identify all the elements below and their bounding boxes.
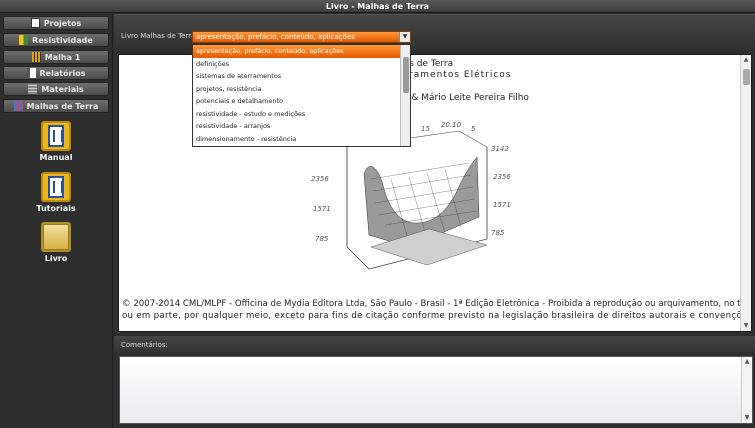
tutoriais-label: Tutoriais [36,204,76,213]
nav-resistividade-button[interactable]: Resistividade [3,33,109,47]
manual-label: Manual [39,153,73,162]
copyright-line-1: © 2007-2014 CML/MLPF - Officina de Mydia… [122,299,752,309]
plot-tick-label: 1571 [493,201,511,209]
content-scrollbar[interactable]: ▲ ▼ [740,55,751,331]
plot-tick-label: 785 [315,235,329,243]
book-field-label: Livro Malhas de Terra: [121,32,198,40]
chapter-select-value: apresentação, prefácio, conteúdo, aplica… [196,33,355,41]
book-icon [41,222,71,252]
dropdown-option[interactable]: resistividade - estudo e medições [193,108,410,121]
nav-resistividade-label: Resistividade [32,35,93,45]
dropdown-option[interactable]: resistividade - arranjos [193,120,410,133]
plot-tick-label: 3142 [491,145,509,153]
livro-button[interactable]: Livro [36,222,76,263]
doc-subtitle-line: erramentos Elétricos [398,70,512,80]
comments-bar: Comentários: [114,336,755,352]
window-title: Livro - Malhas de Terra [0,0,755,13]
plot-tick-label: 2356 [311,175,329,183]
resistivity-icon [19,35,29,45]
app-window: Livro - Malhas de Terra Projetos Resisti… [0,0,755,428]
nav-malha1-label: Malha 1 [44,52,81,62]
nav-projetos-label: Projetos [43,18,82,28]
plot-tick-label: 15 [421,125,430,133]
plot-tick-label: 1571 [313,205,331,213]
manual-button[interactable]: Manual [36,121,76,162]
dropdown-option[interactable]: potenciais e detalhamento [193,95,410,108]
plot-tick-label: 5 [471,125,476,133]
chapter-select[interactable]: apresentação, prefácio, conteúdo, aplica… [192,31,411,43]
nav-malhas-de-terra-button[interactable]: Malhas de Terra [3,99,109,113]
comments-textarea[interactable]: ▲ ▼ [119,356,753,424]
dropdown-option[interactable]: definições [193,58,410,71]
nav-relatorios-label: Relatórios [39,68,86,78]
plot-tick-label: 20.10 [441,121,462,129]
nav-projetos-button[interactable]: Projetos [3,16,109,30]
nav-malhas-de-terra-label: Malhas de Terra [26,101,99,111]
dropdown-scroll-thumb[interactable] [403,57,409,93]
copyright-line-2: ou em parte, por qualquer meio, exceto p… [122,311,752,321]
chevron-down-icon[interactable]: ▼ [399,32,410,42]
nav-malha1-button[interactable]: Malha 1 [3,50,109,64]
comments-label: Comentários: [121,341,168,349]
dropdown-option[interactable]: sistemas de aterramentos [193,70,410,83]
scroll-down-icon[interactable]: ▼ [741,321,751,331]
dropdown-option[interactable]: apresentação, prefácio, conteúdo, aplica… [193,45,410,58]
document-icon [30,18,40,28]
doc-authors: e & Mário Leite Pereira Filho [403,93,529,103]
tutorials-icon [41,172,71,202]
dropdown-option[interactable]: dimensionamento - resistência [193,133,410,146]
tutoriais-button[interactable]: Tutoriais [36,172,76,213]
sidebar: Projetos Resistividade Malha 1 Relatório… [0,14,113,428]
livro-label: Livro [44,254,68,263]
plot-tick-label: 2356 [493,173,511,181]
dropdown-scrollbar[interactable] [400,45,410,146]
scroll-up-icon[interactable]: ▲ [742,357,752,367]
nav-materiais-label: Materiais [41,84,84,94]
nav-relatorios-button[interactable]: Relatórios [3,66,109,80]
mesh-icon [31,52,41,62]
scroll-up-icon[interactable]: ▲ [741,55,751,65]
dropdown-option[interactable]: projetos, resistência [193,83,410,96]
chapter-dropdown-list[interactable]: apresentação, prefácio, conteúdo, aplica… [192,44,411,147]
comments-scrollbar[interactable]: ▲ ▼ [741,357,752,423]
report-icon [26,68,36,78]
nav-materiais-button[interactable]: Materiais [3,82,109,96]
scroll-thumb[interactable] [743,69,750,85]
plot-tick-label: 785 [491,229,505,237]
grid-icon [13,101,23,111]
materials-icon [28,84,38,94]
scroll-down-icon[interactable]: ▼ [742,413,752,423]
manual-icon [41,121,71,151]
